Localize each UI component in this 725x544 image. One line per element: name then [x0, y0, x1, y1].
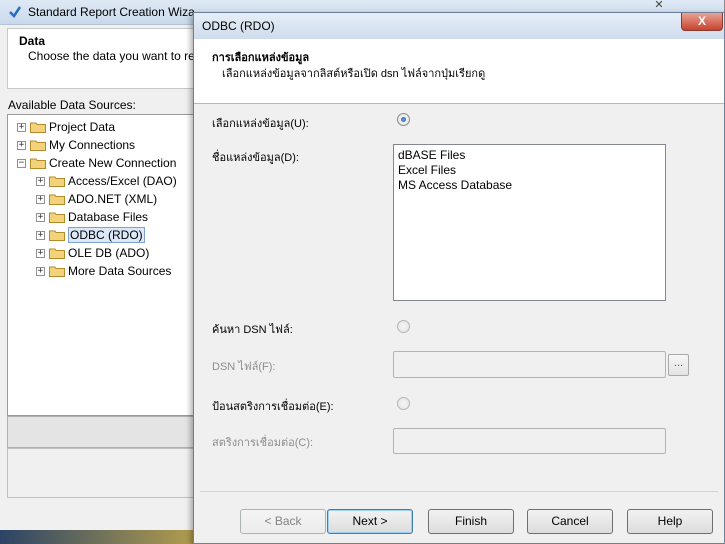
data-source-list[interactable]: dBASE Files Excel Files MS Access Databa… [393, 144, 666, 301]
connection-string-option-label: ป้อนสตริงการเชื่อมต่อ(E): [212, 401, 334, 413]
list-item[interactable]: Excel Files [398, 163, 661, 178]
folder-icon [30, 140, 46, 151]
dialog-close-button[interactable]: X [681, 13, 723, 31]
tree-item-ado-net[interactable]: + ADO.NET (XML) [36, 190, 157, 208]
tree-item-label: Create New Connection [49, 156, 177, 170]
tree-item-label: ODBC (RDO) [68, 227, 145, 243]
expand-icon[interactable]: + [36, 176, 45, 186]
help-button[interactable]: Help [627, 509, 713, 534]
tree-item-label: Access/Excel (DAO) [68, 174, 177, 188]
tree-item-create-new-connection[interactable]: − Create New Connection [17, 154, 176, 172]
dialog-separator [200, 491, 718, 492]
next-button[interactable]: Next > [327, 509, 413, 534]
expand-icon[interactable]: + [36, 230, 45, 240]
available-sources-label: Available Data Sources: [8, 98, 136, 112]
finish-button[interactable]: Finish [428, 509, 514, 534]
tree-item-database-files[interactable]: + Database Files [36, 208, 148, 226]
folder-icon [49, 230, 65, 241]
source-name-label: ชื่อแหล่งข้อมูล(D): [212, 152, 299, 164]
folder-icon [49, 212, 65, 223]
browse-button[interactable]: ... [668, 354, 689, 376]
connection-string-radio[interactable] [397, 397, 410, 410]
folder-icon [49, 176, 65, 187]
expand-icon[interactable]: + [17, 140, 26, 150]
tree-item-label: ADO.NET (XML) [68, 192, 158, 206]
list-item[interactable]: MS Access Database [398, 178, 661, 193]
wizard-step-subtitle: Choose the data you want to re [28, 49, 195, 63]
cancel-button[interactable]: Cancel [527, 509, 613, 534]
connection-string-label: สตริงการเชื่อมต่อ(C): [212, 437, 314, 449]
tree-item-label: My Connections [49, 138, 136, 152]
tree-item-odbc-rdo[interactable]: + ODBC (RDO) [36, 226, 145, 244]
folder-icon [49, 248, 65, 259]
app-icon [9, 6, 22, 18]
folder-icon [49, 266, 65, 277]
back-button[interactable]: < Back [240, 509, 326, 534]
wizard-button-area [7, 448, 207, 498]
dialog-titlebar: ODBC (RDO) X [194, 13, 724, 39]
tree-footer-bar [7, 416, 207, 448]
wizard-step-title: Data [19, 34, 46, 48]
folder-icon [30, 122, 46, 133]
dsn-file-label: DSN ไฟล์(F): [212, 361, 276, 373]
expand-icon[interactable]: + [17, 122, 26, 132]
folder-icon [30, 158, 46, 169]
tree-item-project-data[interactable]: + Project Data [17, 118, 115, 136]
expand-icon[interactable]: + [36, 212, 45, 222]
dsn-file-field[interactable] [393, 351, 666, 378]
list-item[interactable]: dBASE Files [398, 148, 661, 163]
folder-icon [49, 194, 65, 205]
odbc-dialog: ODBC (RDO) X การเลือกแหล่งข้อมูล เลือกแห… [193, 12, 725, 544]
tree-item-access-excel[interactable]: + Access/Excel (DAO) [36, 172, 177, 190]
tree-item-ole-db[interactable]: + OLE DB (ADO) [36, 244, 149, 262]
dialog-header: การเลือกแหล่งข้อมูล เลือกแหล่งข้อมูลจากล… [194, 39, 724, 104]
dialog-step-subtitle: เลือกแหล่งข้อมูลจากลิสต์หรือเปิด dsn ไฟล… [222, 68, 486, 80]
wizard-title: Standard Report Creation Wiza [28, 5, 195, 19]
connection-string-field[interactable] [393, 428, 666, 454]
tree-item-label: Project Data [49, 120, 116, 134]
tree-item-label: More Data Sources [68, 264, 172, 278]
find-dsn-radio[interactable] [397, 320, 410, 333]
collapse-icon[interactable]: − [17, 158, 26, 168]
expand-icon[interactable]: + [36, 248, 45, 258]
find-dsn-label: ค้นหา DSN ไฟล์: [212, 324, 293, 336]
select-source-label: เลือกแหล่งข้อมูล(U): [212, 118, 309, 130]
tree-item-my-connections[interactable]: + My Connections [17, 136, 135, 154]
tree-item-more-data-sources[interactable]: + More Data Sources [36, 262, 171, 280]
dialog-title: ODBC (RDO) [202, 19, 275, 33]
tree-item-label: OLE DB (ADO) [68, 246, 150, 260]
tree-item-label: Database Files [68, 210, 149, 224]
data-source-tree[interactable]: + Project Data + My Connections − Create… [7, 114, 207, 416]
expand-icon[interactable]: + [36, 266, 45, 276]
expand-icon[interactable]: + [36, 194, 45, 204]
wizard-close-button[interactable]: ✕ [638, 0, 680, 12]
select-source-radio[interactable] [397, 113, 410, 126]
